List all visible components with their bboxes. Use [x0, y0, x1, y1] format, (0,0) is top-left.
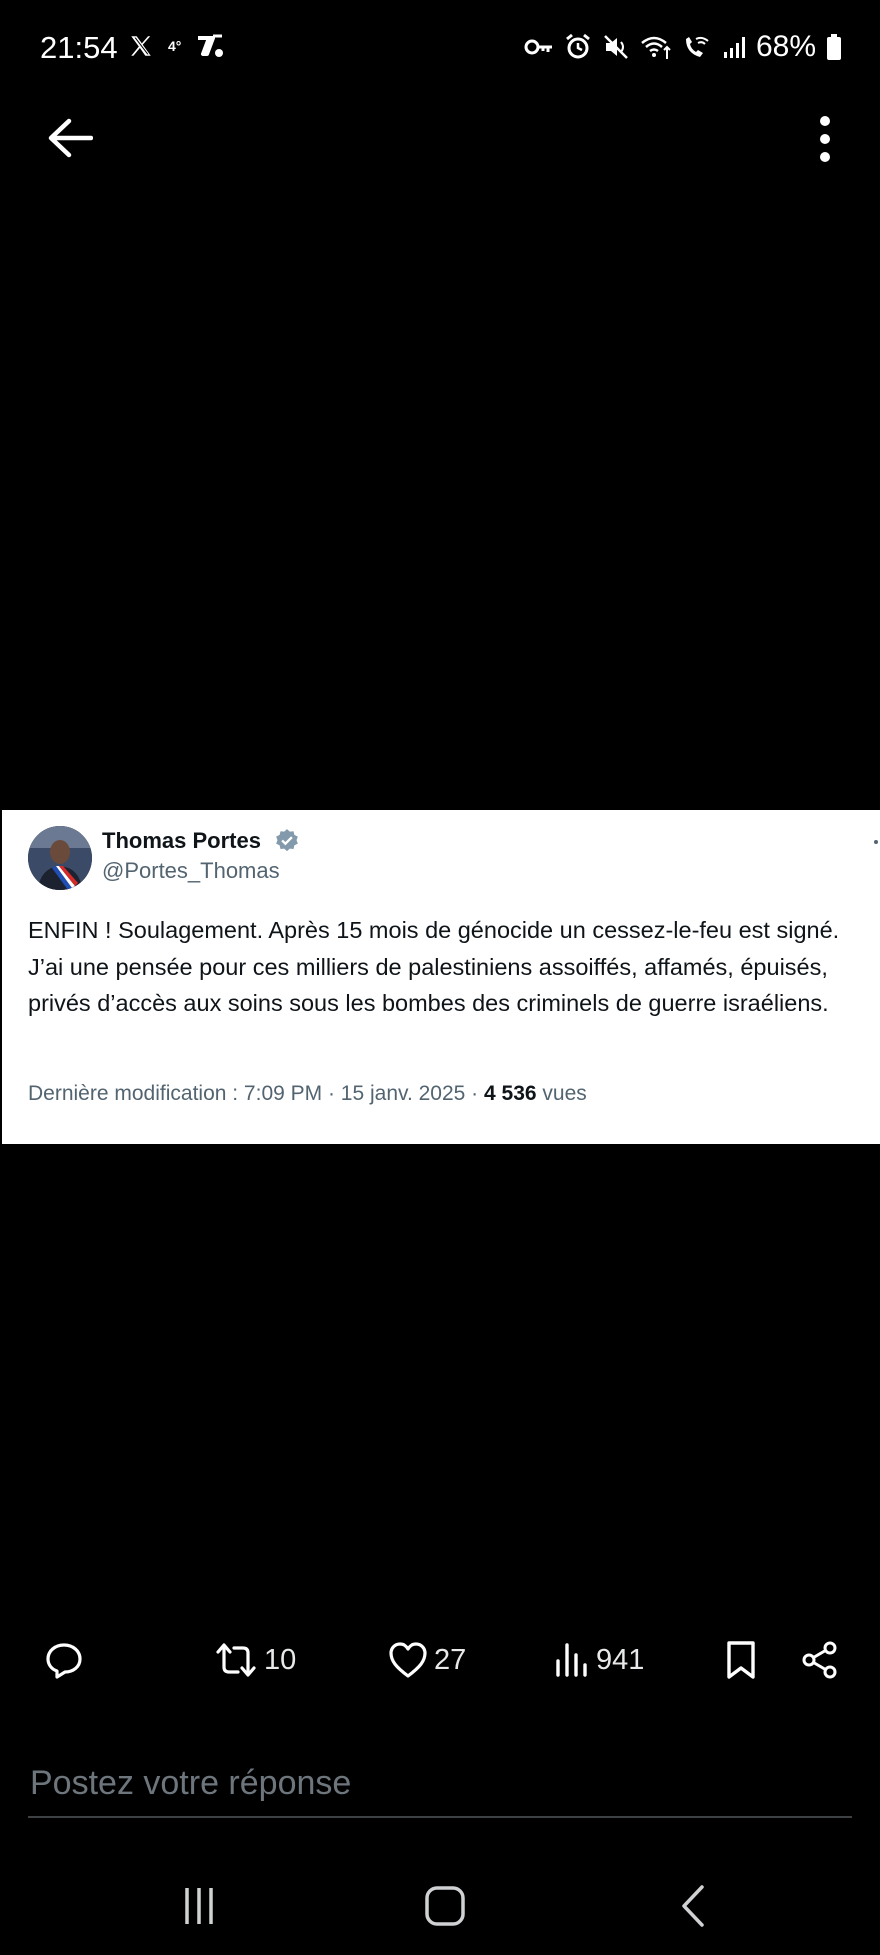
- arrow-left-icon: [47, 118, 93, 158]
- verified-badge-icon: [274, 828, 300, 854]
- mute-icon: [602, 33, 630, 61]
- tweet-meta: Dernière modification : 7:09 PM · 15 jan…: [28, 1082, 587, 1106]
- reply-button[interactable]: [44, 1630, 84, 1690]
- analytics-icon: [554, 1641, 590, 1679]
- status-right-icons: 68%: [524, 30, 842, 64]
- status-bar: 21:54 4° 68%: [0, 0, 880, 100]
- temperature-text: 4°: [168, 38, 182, 54]
- tweet-text: ENFIN ! Soulagement. Après 15 mois de gé…: [28, 917, 840, 1016]
- home-icon: [424, 1885, 466, 1927]
- battery-icon: [826, 33, 842, 61]
- system-nav-bar: [0, 1860, 880, 1955]
- reply-input[interactable]: [28, 1750, 852, 1818]
- author-name: Thomas Portes: [102, 828, 261, 853]
- retweet-button[interactable]: 10: [214, 1630, 296, 1690]
- action-bar: 10 27 941: [0, 1630, 880, 1690]
- retweet-count: 10: [264, 1643, 297, 1676]
- reply-icon: [44, 1640, 84, 1680]
- recent-apps-icon: [179, 1886, 219, 1926]
- wifi-icon: [640, 33, 672, 61]
- heart-icon: [388, 1641, 428, 1679]
- wifi-calling-icon: [682, 33, 712, 61]
- back-button[interactable]: [40, 112, 100, 164]
- views-count: 941: [596, 1643, 645, 1676]
- alarm-icon: [564, 33, 592, 61]
- signal-icon: [722, 35, 746, 59]
- system-back-button[interactable]: [666, 1876, 720, 1936]
- card-more-dot: [874, 840, 878, 844]
- status-left-icons: 4°: [128, 32, 225, 60]
- status-time: 21:54: [40, 30, 118, 65]
- recent-apps-button[interactable]: [172, 1876, 226, 1936]
- battery-percentage: 68%: [755, 30, 816, 63]
- bookmark-icon: [724, 1639, 758, 1681]
- avatar: [28, 826, 92, 890]
- news-icon: [195, 32, 225, 60]
- author-handle: @Portes_Thomas: [102, 858, 280, 883]
- share-button[interactable]: [800, 1630, 840, 1690]
- tweet-views-count: 4 536: [484, 1082, 537, 1105]
- retweet-icon: [214, 1641, 258, 1679]
- share-icon: [800, 1640, 840, 1680]
- home-button[interactable]: [418, 1876, 472, 1936]
- bookmark-button[interactable]: [724, 1630, 758, 1690]
- tweet-views-label: vues: [536, 1082, 587, 1105]
- tweet-screenshot-image[interactable]: Thomas Portes @Portes_Thomas ENFIN ! Sou…: [2, 810, 880, 1144]
- views-button[interactable]: 941: [554, 1630, 644, 1690]
- like-button[interactable]: 27: [388, 1630, 466, 1690]
- more-vertical-icon: [819, 115, 831, 163]
- more-options-button[interactable]: [810, 112, 840, 166]
- x-logo-icon: [128, 33, 154, 59]
- vpn-key-icon: [524, 37, 554, 57]
- back-icon: [678, 1884, 708, 1928]
- like-count: 27: [434, 1643, 467, 1676]
- tweet-edit-timestamp: Dernière modification : 7:09 PM · 15 jan…: [28, 1082, 485, 1105]
